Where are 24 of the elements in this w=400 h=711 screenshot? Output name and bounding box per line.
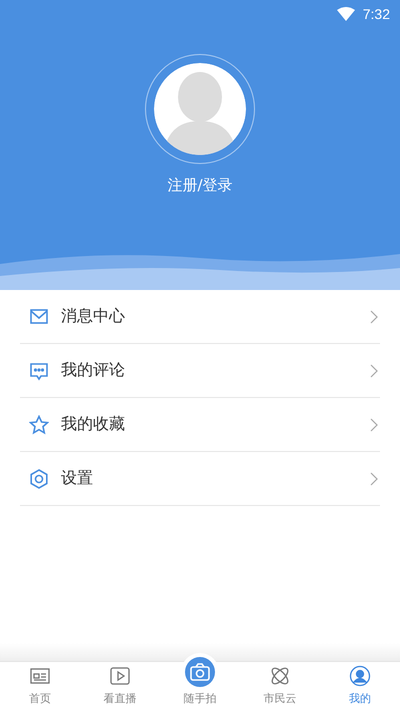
menu-item[interactable]: 消息中心 xyxy=(20,290,380,344)
chevron-icon xyxy=(370,418,378,432)
tab[interactable]: 看直播 xyxy=(80,662,160,711)
chevron-icon xyxy=(370,472,378,486)
tab[interactable]: 市民云 xyxy=(240,662,320,711)
comment-icon xyxy=(29,360,49,380)
star-icon xyxy=(29,414,49,434)
menu-item[interactable]: 我的收藏 xyxy=(20,398,380,452)
menu-item[interactable]: 设置 xyxy=(20,452,380,506)
avatar[interactable] xyxy=(145,54,255,164)
login-link[interactable]: 注册/登录 xyxy=(163,174,237,197)
tab[interactable]: 随手拍 xyxy=(160,646,240,711)
menu-item[interactable]: 我的评论 xyxy=(20,344,380,398)
chevron-icon xyxy=(370,364,378,378)
tab[interactable]: 我的 xyxy=(320,662,400,711)
orbit-icon xyxy=(269,665,291,687)
user-icon xyxy=(349,665,371,687)
chevron-icon xyxy=(370,310,378,324)
settings-icon xyxy=(29,468,49,488)
status-time: 7:32 xyxy=(362,6,390,22)
mail-icon xyxy=(29,306,49,326)
tab[interactable]: 首页 xyxy=(0,662,80,711)
play-icon xyxy=(109,665,131,687)
wifi-icon xyxy=(336,7,355,21)
